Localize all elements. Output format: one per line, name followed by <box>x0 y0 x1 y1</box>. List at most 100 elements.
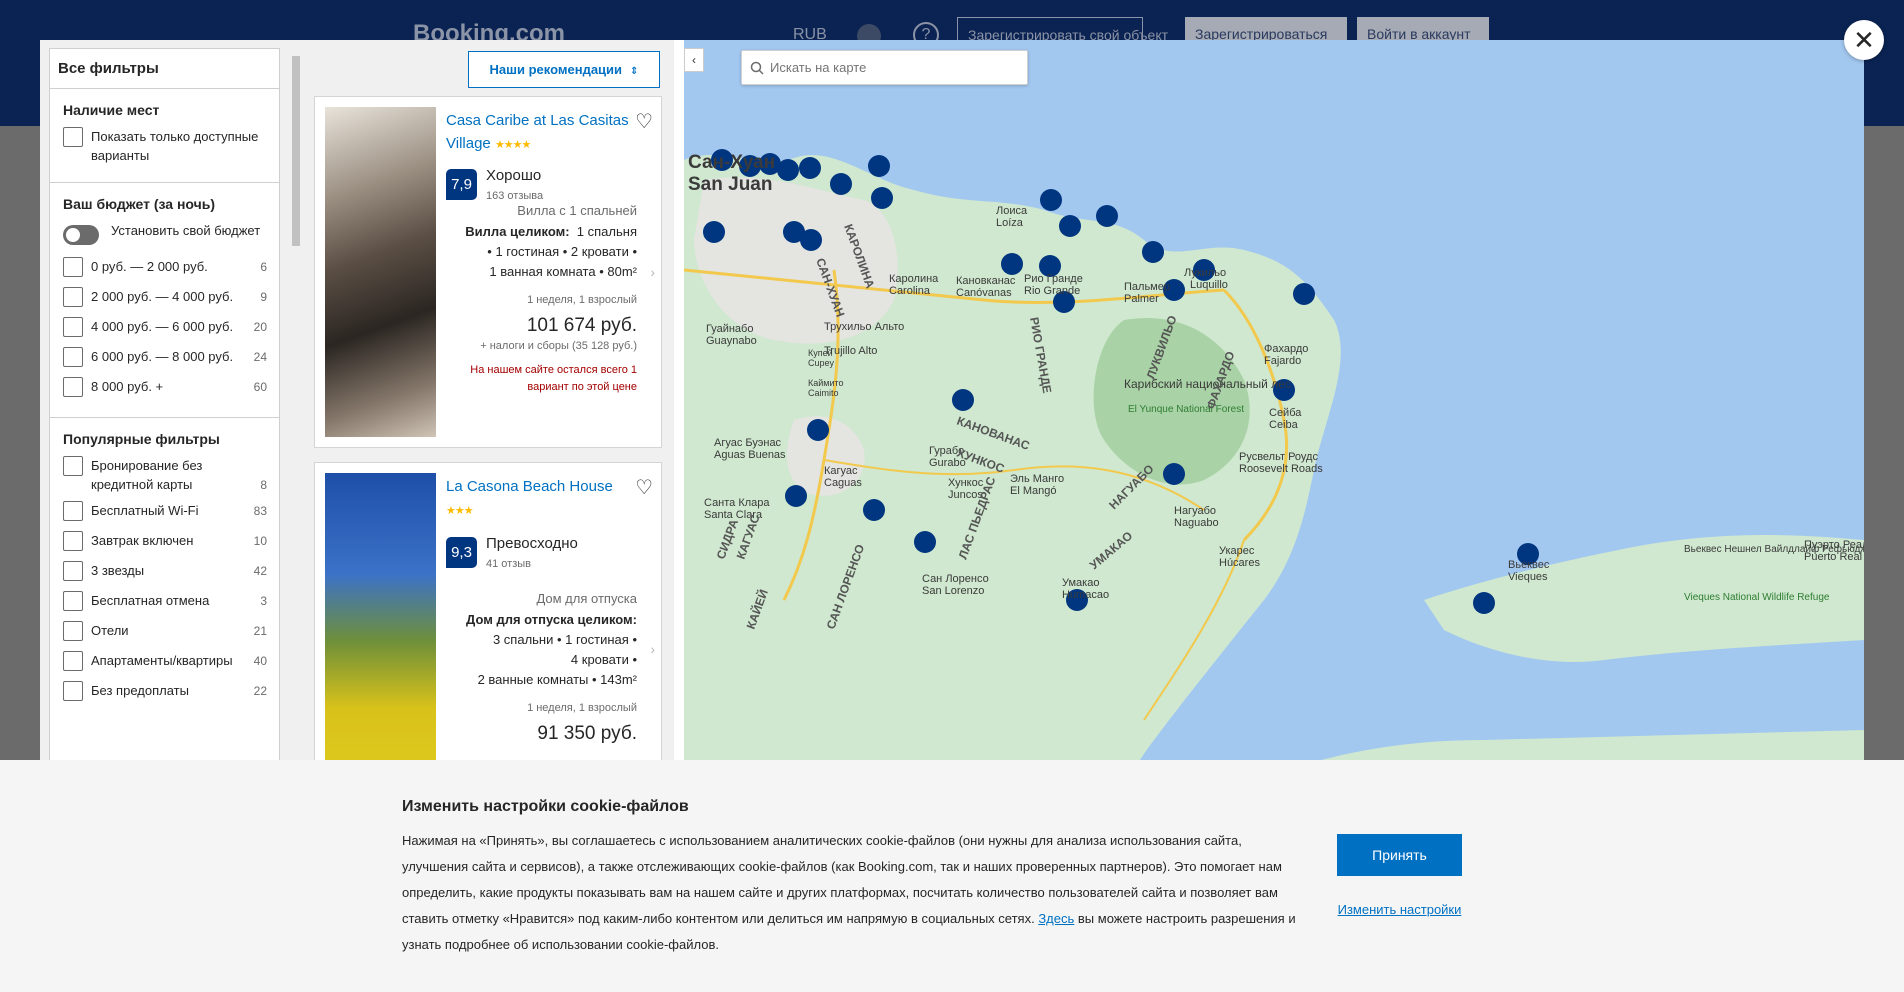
map-label-ceiba-en: Ceiba <box>1269 419 1299 431</box>
checkbox[interactable] <box>63 531 83 551</box>
budget-option[interactable]: 2 000 руб. — 4 000 руб. 9 <box>63 287 267 310</box>
map-pin[interactable] <box>1142 241 1164 263</box>
map-pin[interactable] <box>1001 253 1023 275</box>
checkbox[interactable] <box>63 127 83 147</box>
map-label-caimito: Каймито <box>808 378 844 388</box>
chevron-left-icon: ‹ <box>692 53 696 67</box>
checkbox[interactable] <box>63 501 83 521</box>
budget-section: Ваш бюджет (за ночь) Установить свой бюд… <box>50 183 279 418</box>
star-rating-icon: ★★★ <box>446 505 474 517</box>
scrollbar-thumb[interactable] <box>292 56 300 246</box>
popular-option-label: Бесплатный Wi-Fi <box>91 503 199 518</box>
checkbox[interactable] <box>63 257 83 277</box>
map-label-el-mango-en: El Mangó <box>1010 485 1056 497</box>
custom-budget-row[interactable]: Установить свой бюджет <box>63 221 267 245</box>
price: 101 674 руб. <box>526 315 637 336</box>
map-pin[interactable] <box>871 187 893 209</box>
availability-option[interactable]: Показать только доступные варианты <box>63 127 267 165</box>
map-pin[interactable] <box>800 229 822 251</box>
popular-option[interactable]: Бесплатный Wi-Fi 83 <box>63 501 267 524</box>
checkbox[interactable] <box>63 287 83 307</box>
close-icon: ✕ <box>1853 25 1875 55</box>
map-label-juncos: Хункос <box>948 477 984 489</box>
map-label-carolina: Каролина <box>889 273 939 285</box>
property-photo[interactable] <box>325 107 436 437</box>
close-map-button[interactable]: ✕ <box>1844 20 1884 60</box>
map-label-roosevelt-en: Roosevelt Roads <box>1239 463 1323 475</box>
popular-option[interactable]: Бронирование без кредитной карты 8 <box>63 456 267 494</box>
availability-title: Наличие мест <box>63 102 160 118</box>
map-label-forest-en: El Yunque National Forest <box>1128 404 1244 415</box>
property-name-link[interactable]: Casa Caribe at Las Casitas Village ★★★★ <box>446 109 634 157</box>
checkbox[interactable] <box>63 377 83 397</box>
map-pin[interactable] <box>1293 283 1315 305</box>
popular-option-label: Завтрак включен <box>91 533 194 548</box>
map-label-carolina-en: Carolina <box>889 285 931 297</box>
map-label-rio-grande: Рио Гранде <box>1024 273 1083 285</box>
map-label-roosevelt: Русвельт Роудс <box>1239 451 1318 463</box>
map-pin[interactable] <box>868 155 890 177</box>
checkbox[interactable] <box>63 456 83 476</box>
popular-option-label: Апартаменты/квартиры <box>91 653 233 668</box>
checkbox[interactable] <box>63 621 83 641</box>
collapse-list-button[interactable]: ‹ <box>684 48 704 72</box>
popular-option-count: 40 <box>253 654 267 668</box>
cookie-here-link[interactable]: Здесь <box>1038 911 1074 926</box>
popular-option-label: Отели <box>91 623 129 638</box>
map-pin[interactable] <box>1096 205 1118 227</box>
map-label-santa-clara: Санта Клара <box>704 497 770 509</box>
popular-option-label: Бронирование без кредитной карты <box>91 458 203 492</box>
custom-budget-toggle[interactable] <box>63 225 99 245</box>
favorite-heart-icon[interactable]: ♡ <box>635 475 653 500</box>
map-pin[interactable] <box>807 419 829 441</box>
budget-option[interactable]: 8 000 руб. + 60 <box>63 377 267 400</box>
map-label-trujillo: Трухильо Альто <box>824 321 904 333</box>
map-pin[interactable] <box>703 221 725 243</box>
checkbox[interactable] <box>63 347 83 367</box>
popular-option-count: 83 <box>253 504 267 518</box>
sort-label: Наши рекомендации <box>489 62 623 77</box>
map-pin[interactable] <box>1163 463 1185 485</box>
map-pin[interactable] <box>799 157 821 179</box>
cookie-title: Изменить настройки cookie-файлов <box>402 798 689 815</box>
checkbox[interactable] <box>63 317 83 337</box>
budget-option[interactable]: 6 000 руб. — 8 000 руб. 24 <box>63 347 267 370</box>
sort-button[interactable]: Наши рекомендации ⇕ <box>468 51 660 88</box>
map-pin[interactable] <box>1473 592 1495 614</box>
budget-option[interactable]: 0 руб. — 2 000 руб. 6 <box>63 257 267 280</box>
favorite-heart-icon[interactable]: ♡ <box>635 109 653 134</box>
popular-option-count: 10 <box>253 534 267 548</box>
map-label-palmer-en: Palmer <box>1124 293 1159 305</box>
map-pin[interactable] <box>830 173 852 195</box>
popular-option[interactable]: Завтрак включен 10 <box>63 531 267 554</box>
budget-title: Ваш бюджет (за ночь) <box>63 196 216 212</box>
property-name: La Casona Beach House <box>446 478 613 495</box>
map-pin[interactable] <box>1059 215 1081 237</box>
accept-cookies-button[interactable]: Принять <box>1337 834 1462 876</box>
popular-option[interactable]: Без предоплаты 22 <box>63 681 267 704</box>
checkbox[interactable] <box>63 561 83 581</box>
room-description: Вилла целиком: 1 спальня • 1 гостиная • … <box>437 222 637 282</box>
checkbox[interactable] <box>63 651 83 671</box>
budget-option[interactable]: 4 000 руб. — 6 000 руб. 20 <box>63 317 267 340</box>
checkbox[interactable] <box>63 681 83 701</box>
change-cookie-settings-link[interactable]: Изменить настройки <box>1337 902 1462 917</box>
map-pin[interactable] <box>914 531 936 553</box>
popular-option[interactable]: Бесплатная отмена 3 <box>63 591 267 614</box>
budget-option-count: 9 <box>260 290 267 304</box>
map-pin[interactable] <box>777 159 799 181</box>
popular-option[interactable]: Апартаменты/квартиры 40 <box>63 651 267 674</box>
property-name-link[interactable]: La Casona Beach House ★★★ <box>446 475 634 523</box>
map-search-box[interactable] <box>741 50 1028 85</box>
property-card[interactable]: Casa Caribe at Las Casitas Village ★★★★ … <box>314 96 662 448</box>
budget-option-count: 24 <box>253 350 267 364</box>
map-search-input[interactable] <box>770 60 1010 75</box>
map-pin[interactable] <box>952 389 974 411</box>
popular-option[interactable]: Отели 21 <box>63 621 267 644</box>
map-pin[interactable] <box>863 499 885 521</box>
map-pin[interactable] <box>1040 189 1062 211</box>
map-pin[interactable] <box>785 485 807 507</box>
checkbox[interactable] <box>63 591 83 611</box>
popular-option[interactable]: 3 звезды 42 <box>63 561 267 584</box>
sort-chevron-icon: ⇕ <box>630 66 639 77</box>
